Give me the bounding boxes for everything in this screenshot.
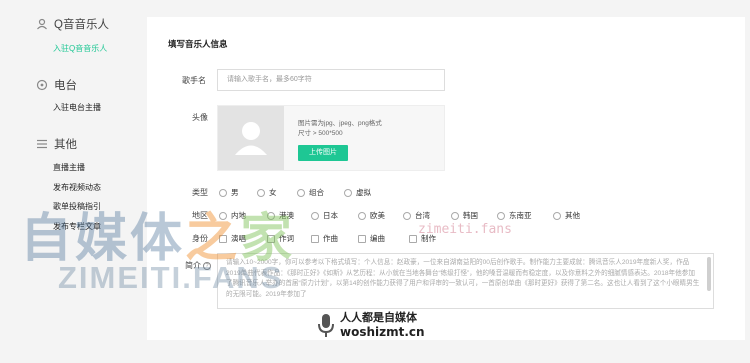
radio-icon <box>297 188 305 197</box>
avatar-size-hint: 尺寸 > 500*500 <box>298 130 343 137</box>
region-option-korea[interactable]: 韩国 <box>451 210 478 221</box>
region-label: 地区 <box>192 211 208 220</box>
type-option-virtual[interactable]: 虚拟 <box>344 187 371 198</box>
info-icon[interactable]: ? <box>203 261 211 270</box>
radio-icon <box>451 211 459 220</box>
menu-icon <box>37 139 47 149</box>
singer-name-label: 歌手名 <box>182 76 206 85</box>
option-label: 组合 <box>309 188 324 197</box>
region-option-other[interactable]: 其他 <box>553 210 580 221</box>
identity-option-arrange[interactable]: 编曲 <box>358 233 385 244</box>
sidebar-item-join-musician[interactable]: 入驻Q音音乐人 <box>53 43 107 54</box>
avatar-label: 头像 <box>192 113 208 122</box>
radio-icon <box>257 188 265 197</box>
sidebar-item-article[interactable]: 发布专栏文章 <box>53 221 101 232</box>
option-label: 虚拟 <box>356 188 371 197</box>
sidebar-section-musician: Q音音乐人 <box>36 16 109 32</box>
sidebar-item-video[interactable]: 发布视频动态 <box>53 182 101 193</box>
region-option-hkmo[interactable]: 港澳 <box>267 210 294 221</box>
option-label: 韩国 <box>463 211 478 220</box>
radio-icon <box>358 211 366 220</box>
type-option-group[interactable]: 组合 <box>297 187 324 198</box>
sidebar-section-other: 其他 <box>36 136 77 152</box>
option-label: 演唱 <box>231 234 246 243</box>
radio-icon <box>36 79 48 91</box>
upload-image-button[interactable]: 上传图片 <box>298 145 348 161</box>
type-label: 类型 <box>192 188 208 197</box>
avatar-person-icon <box>235 122 267 155</box>
region-option-sea[interactable]: 东南亚 <box>497 210 532 221</box>
sidebar-section-radio: 电台 <box>36 77 77 93</box>
sidebar-section-title: Q音音乐人 <box>54 19 109 31</box>
identity-option-produce[interactable]: 制作 <box>409 233 436 244</box>
sidebar-section-title: 其他 <box>54 139 77 151</box>
checkbox-icon <box>409 234 417 243</box>
watermark-logo-line1: 人人都是自媒体 <box>340 312 417 324</box>
option-label: 港澳 <box>279 211 294 220</box>
radio-icon <box>311 211 319 220</box>
region-option-taiwan[interactable]: 台湾 <box>403 210 430 221</box>
checkbox-icon <box>358 234 366 243</box>
identity-label: 身份 <box>192 234 208 243</box>
radio-icon <box>267 211 275 220</box>
avatar-upload-box: 图片需为jpg、jpeg、png格式 尺寸 > 500*500 上传图片 <box>217 105 445 171</box>
bio-scrollbar[interactable] <box>707 257 711 291</box>
identity-option-compose[interactable]: 作曲 <box>311 233 338 244</box>
radio-icon <box>219 211 227 220</box>
avatar-format-hint: 图片需为jpg、jpeg、png格式 <box>298 120 382 127</box>
bio-label-wrap: 简介? <box>185 260 211 271</box>
region-option-japan[interactable]: 日本 <box>311 210 338 221</box>
bio-label: 简介 <box>185 261 201 270</box>
type-option-male[interactable]: 男 <box>219 187 239 198</box>
bio-placeholder: 请输入10~2000字，你可以参考以下格式填写：个人信息：赵政豪，一位来自湖南益… <box>226 259 700 298</box>
avatar-hint: 图片需为jpg、jpeg、png格式 尺寸 > 500*500 <box>298 119 382 139</box>
checkbox-icon <box>267 234 275 243</box>
option-label: 日本 <box>323 211 338 220</box>
option-label: 制作 <box>421 234 436 243</box>
option-label: 作词 <box>279 234 294 243</box>
identity-option-vocal[interactable]: 演唱 <box>219 233 246 244</box>
bio-textarea[interactable]: 请输入10~2000字，你可以参考以下格式填写：个人信息：赵政豪，一位来自湖南益… <box>217 253 714 309</box>
sidebar-item-join-radio[interactable]: 入驻电台主播 <box>53 102 101 113</box>
option-label: 内地 <box>231 211 246 220</box>
option-label: 女 <box>269 188 277 197</box>
form-panel: 填写音乐人信息 歌手名 请输入歌手名，最多60字符 头像 图片需为jpg、jpe… <box>147 17 745 340</box>
sidebar-item-live[interactable]: 直播主播 <box>53 162 85 173</box>
singer-name-input[interactable]: 请输入歌手名，最多60字符 <box>217 69 445 91</box>
sidebar-section-title: 电台 <box>54 80 77 92</box>
option-label: 编曲 <box>370 234 385 243</box>
radio-icon <box>219 188 227 197</box>
sidebar-item-playlist[interactable]: 歌单投稿指引 <box>53 201 101 212</box>
region-option-west[interactable]: 欧美 <box>358 210 385 221</box>
microphone-icon <box>318 313 334 337</box>
page: Q音音乐人 入驻Q音音乐人 电台 入驻电台主播 其他 直播主播 发布视频动态 歌… <box>0 0 750 363</box>
user-icon <box>37 18 47 30</box>
checkbox-icon <box>219 234 227 243</box>
watermark-logo: 人人都是自媒体 woshizmt.cn <box>316 312 425 339</box>
sidebar: Q音音乐人 入驻Q音音乐人 电台 入驻电台主播 其他 直播主播 发布视频动态 歌… <box>0 0 147 363</box>
type-option-female[interactable]: 女 <box>257 187 277 198</box>
option-label: 其他 <box>565 211 580 220</box>
radio-icon <box>344 188 352 197</box>
avatar-placeholder <box>218 106 284 170</box>
identity-option-lyrics[interactable]: 作词 <box>267 233 294 244</box>
watermark-logo-line2: woshizmt.cn <box>340 325 425 339</box>
option-label: 东南亚 <box>509 211 532 220</box>
option-label: 欧美 <box>370 211 385 220</box>
option-label: 台湾 <box>415 211 430 220</box>
checkbox-icon <box>311 234 319 243</box>
page-title: 填写音乐人信息 <box>168 39 228 49</box>
radio-icon <box>553 211 561 220</box>
option-label: 男 <box>231 188 239 197</box>
option-label: 作曲 <box>323 234 338 243</box>
radio-icon <box>497 211 505 220</box>
region-option-mainland[interactable]: 内地 <box>219 210 246 221</box>
radio-icon <box>403 211 411 220</box>
